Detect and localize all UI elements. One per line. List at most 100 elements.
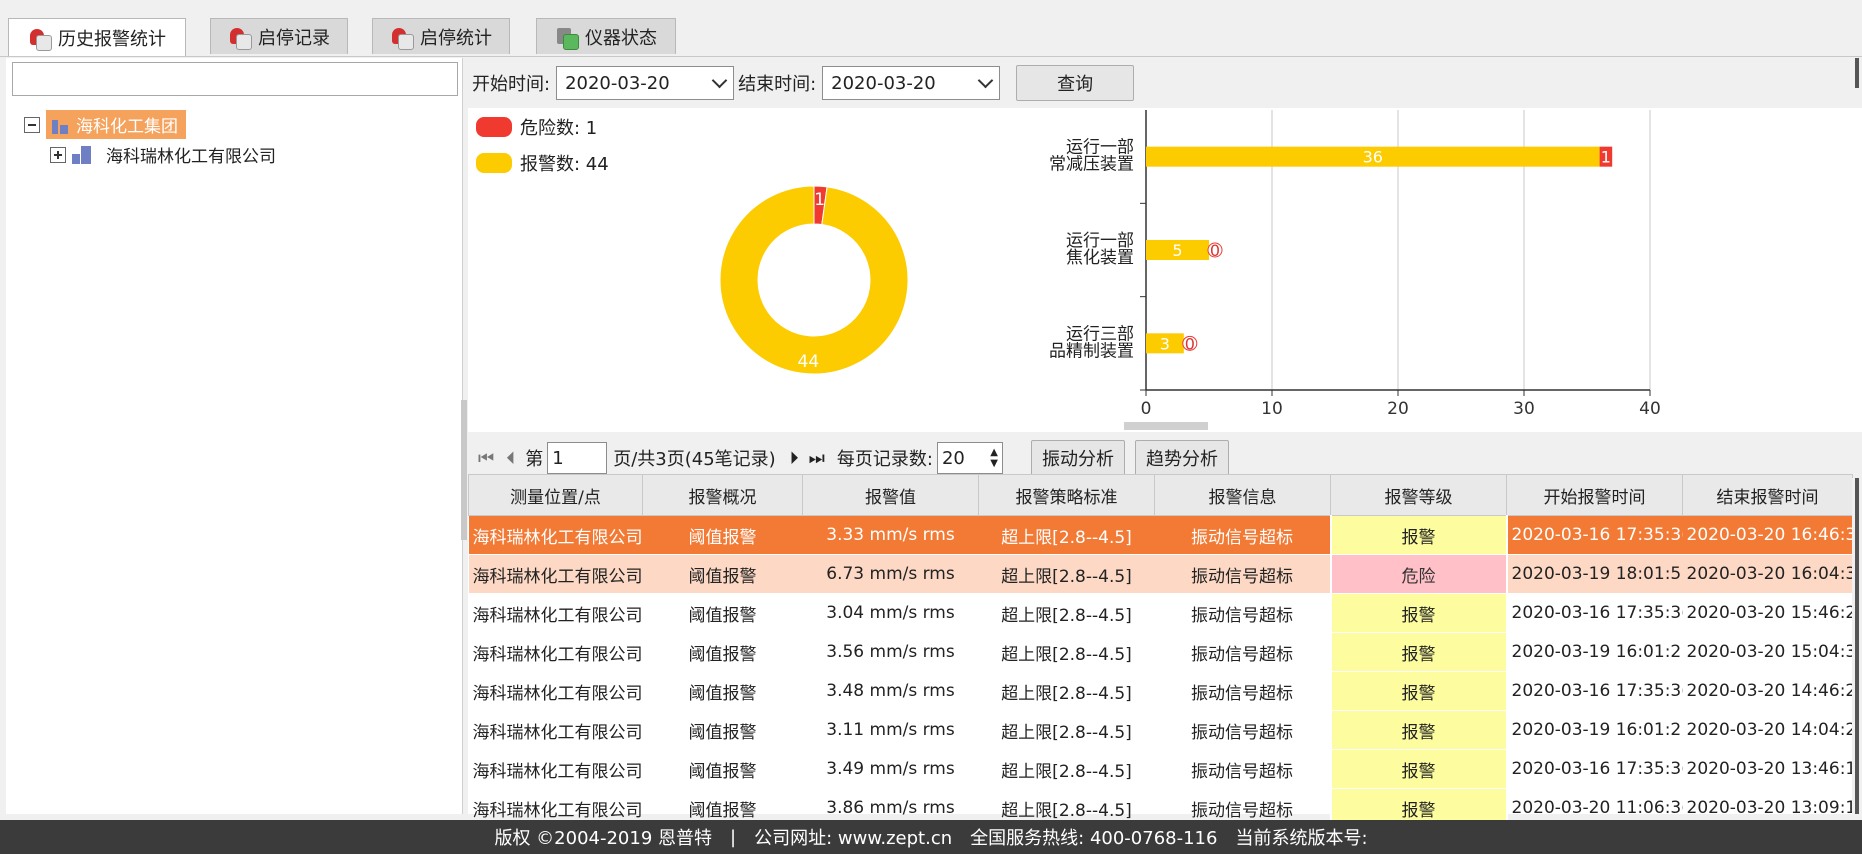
table-cell: 振动信号超标 <box>1154 593 1331 633</box>
table-cell: 超上限[2.8--4.5] <box>978 515 1155 555</box>
footer-separator: | <box>730 826 737 848</box>
tab-start-stop-stats[interactable]: 启停统计 <box>372 18 510 54</box>
table-cell: 阈值报警 <box>642 515 803 555</box>
table-cell: 2020-03-20 15:46:2 <box>1682 593 1853 633</box>
table-cell: 3.11 mm/s rms <box>802 710 979 750</box>
table-cell: 3.33 mm/s rms <box>802 515 979 555</box>
last-page-icon[interactable]: ⏭ <box>809 448 825 469</box>
start-date-value: 2020-03-20 <box>565 72 670 94</box>
table-row[interactable]: 海科瑞林化工有限公司 阈值报警 3.49 mm/s rms 超上限[2.8--4.5]… <box>468 749 1853 789</box>
end-time-label: 结束时间: <box>738 74 817 95</box>
factory-icon <box>50 116 70 134</box>
table-cell: 2020-03-19 18:01:5· <box>1506 554 1683 594</box>
prev-page-icon[interactable]: ⏴ <box>506 448 515 469</box>
end-date-select[interactable]: 2020-03-20 <box>822 66 1001 100</box>
legend-alarm: 报警数: 44 <box>476 150 609 176</box>
table-row[interactable]: 海科瑞林化工有限公司 阈值报警 3.48 mm/s rms 超上限[2.8--4.5]… <box>468 671 1853 711</box>
tab-start-stop-record[interactable]: 启停记录 <box>210 18 348 54</box>
query-button[interactable]: 查询 <box>1016 65 1135 101</box>
y-category-label: 常减压装置 <box>1049 155 1134 175</box>
panel-splitter[interactable] <box>461 400 467 540</box>
main-panel: 开始时间: 2020-03-20 结束时间: 2020-03-20 查询 危险数… <box>468 58 1862 828</box>
table-cell: 阈值报警 <box>642 671 803 711</box>
table-row[interactable]: 海科瑞林化工有限公司 阈值报警 3.56 mm/s rms 超上限[2.8--4.5]… <box>468 632 1853 672</box>
expand-icon[interactable] <box>50 146 66 163</box>
table-cell: 振动信号超标 <box>1154 632 1331 672</box>
website-text: 公司网址: www.zept.cn <box>754 828 953 849</box>
bar-value-label: 5 <box>1172 241 1182 260</box>
alarm-history-icon <box>28 27 52 51</box>
x-tick-label: 40 <box>1639 399 1661 419</box>
table-cell: 3.04 mm/s rms <box>802 593 979 633</box>
start-stop-stats-icon <box>390 26 414 50</box>
table-cell: 2020-03-16 17:35:3( <box>1506 671 1683 711</box>
next-page-icon[interactable]: ⏵ <box>790 448 799 469</box>
column-header[interactable]: 报警等级 <box>1330 474 1507 516</box>
tree-search-input[interactable] <box>12 62 458 96</box>
table-cell: 振动信号超标 <box>1154 710 1331 750</box>
tree-node-label: 海科化工集团 <box>76 117 178 137</box>
column-header[interactable]: 报警值 <box>802 474 979 516</box>
tab-instrument-status[interactable]: 仪器状态 <box>536 18 676 54</box>
first-page-icon[interactable]: ⏮ <box>478 448 494 469</box>
table-row[interactable]: 海科瑞林化工有限公司 阈值报警 3.11 mm/s rms 超上限[2.8--4.5]… <box>468 710 1853 750</box>
table-cell: 超上限[2.8--4.5] <box>978 554 1155 594</box>
table-cell: 阈值报警 <box>642 632 803 672</box>
bar-value-label: 3 <box>1160 334 1170 353</box>
footer: 版权 ©2004-2019 恩普特 | 公司网址: www.zept.cn 全国… <box>0 820 1862 854</box>
table-cell: 阈值报警 <box>642 554 803 594</box>
table-cell: 报警 <box>1329 515 1508 555</box>
page-input[interactable]: 1 <box>547 442 608 474</box>
tree-node-root-selected[interactable]: 海科化工集团 <box>46 110 186 139</box>
table-cell: 2020-03-20 15:04:3 <box>1682 632 1853 672</box>
trend-analysis-button[interactable]: 趋势分析 <box>1134 440 1229 476</box>
table-cell: 超上限[2.8--4.5] <box>978 749 1155 789</box>
table-row[interactable]: 海科瑞林化工有限公司 阈值报警 3.04 mm/s rms 超上限[2.8--4.5]… <box>468 593 1853 633</box>
tab-label: 启停统计 <box>420 27 492 49</box>
table-cell: 超上限[2.8--4.5] <box>978 632 1155 672</box>
table-cell: 海科瑞林化工有限公司 <box>468 515 643 555</box>
donut-slice[interactable] <box>719 185 909 375</box>
tree-node-root[interactable]: 海科化工集团 <box>24 110 186 139</box>
table-cell: 海科瑞林化工有限公司 <box>468 554 643 594</box>
tree-node-child[interactable]: 海科瑞林化工有限公司 <box>50 142 276 167</box>
column-header[interactable]: 报警信息 <box>1154 474 1331 516</box>
column-header[interactable]: 报警概况 <box>642 474 803 516</box>
table-cell: 振动信号超标 <box>1154 671 1331 711</box>
table-cell: 2020-03-20 16:04:3 <box>1682 554 1853 594</box>
column-header[interactable]: 结束报警时间 <box>1682 474 1853 516</box>
tab-alarm-history[interactable]: 历史报警统计 <box>8 18 186 56</box>
table-cell: 报警 <box>1329 749 1508 789</box>
table-scrollbar[interactable] <box>1852 478 1862 814</box>
table-cell: 报警 <box>1329 671 1508 711</box>
table-cell: 2020-03-20 14:46:2 <box>1682 671 1853 711</box>
column-header[interactable]: 报警策略标准 <box>978 474 1155 516</box>
horizontal-splitter[interactable] <box>1124 422 1208 430</box>
collapse-icon[interactable] <box>24 116 40 133</box>
spinner-icon[interactable]: ▲ ▼ <box>990 447 998 469</box>
donut-value-label: 44 <box>798 352 820 372</box>
table-cell: 3.56 mm/s rms <box>802 632 979 672</box>
start-date-select[interactable]: 2020-03-20 <box>556 66 735 100</box>
version-text: 当前系统版本号: <box>1235 828 1368 849</box>
start-stop-record-icon <box>228 26 252 50</box>
table-cell: 报警 <box>1329 593 1508 633</box>
y-category-label: 品精制装置 <box>1049 341 1134 361</box>
column-header[interactable]: 测量位置/点 <box>468 474 643 516</box>
donut-value-label: 1 <box>814 190 825 210</box>
table-row[interactable]: 海科瑞林化工有限公司 阈值报警 3.33 mm/s rms 超上限[2.8--4.5]… <box>468 515 1853 555</box>
bar-chart: 0 10 20 30 40运行一部常减压装置 36 1运行一部焦化装置 5 0运行三部品精制装置… <box>1049 110 1661 419</box>
page-prefix: 第 <box>525 449 544 470</box>
table-cell: 振动信号超标 <box>1154 554 1331 594</box>
vibration-analysis-button[interactable]: 振动分析 <box>1030 440 1125 476</box>
column-header[interactable]: 开始报警时间 <box>1506 474 1683 516</box>
x-tick-label: 10 <box>1261 399 1283 419</box>
tab-bar: 历史报警统计 启停记录 启停统计 仪器状态 <box>0 0 1862 57</box>
table-row[interactable]: 海科瑞林化工有限公司 阈值报警 6.73 mm/s rms 超上限[2.8--4.5]… <box>468 554 1853 594</box>
table-cell: 2020-03-16 17:35:3( <box>1506 515 1683 555</box>
chart-scrollbar[interactable] <box>1852 58 1862 88</box>
table-cell: 2020-03-19 16:01:2: <box>1506 632 1683 672</box>
table-cell: 报警 <box>1329 710 1508 750</box>
table-cell: 2020-03-16 17:35:3( <box>1506 749 1683 789</box>
per-page-stepper[interactable]: 20 ▲ ▼ <box>936 442 1003 474</box>
